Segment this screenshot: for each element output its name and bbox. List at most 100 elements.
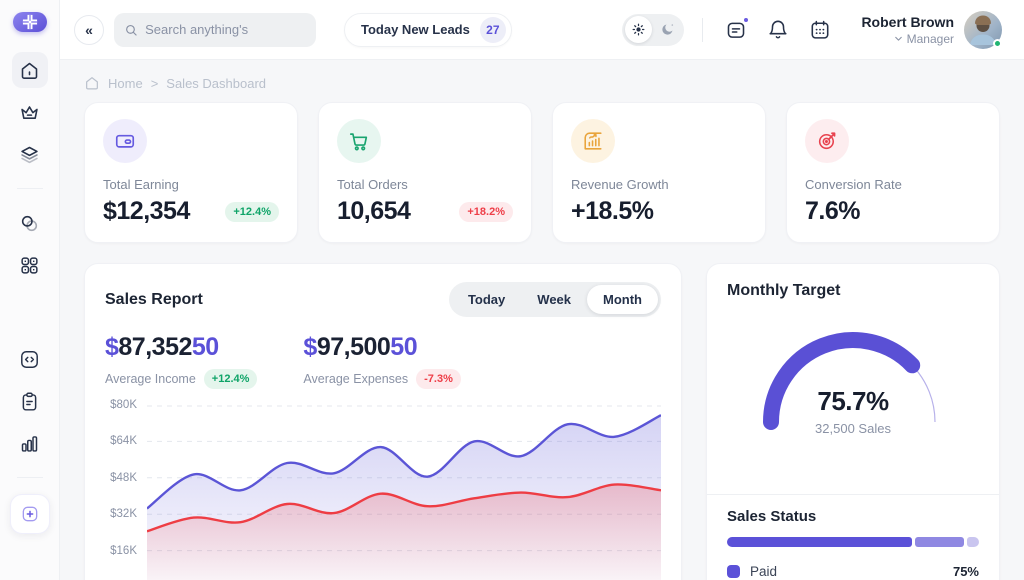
shapes-icon bbox=[19, 213, 40, 234]
today-new-leads-pill[interactable]: Today New Leads 27 bbox=[344, 13, 512, 47]
bar-chart-icon bbox=[19, 433, 40, 454]
user-profile[interactable]: Robert Brown Manager bbox=[861, 11, 1002, 49]
sidebar-item-apps[interactable] bbox=[12, 247, 48, 283]
messages-button[interactable] bbox=[721, 15, 751, 45]
sales-status-legend: Paid 75% Cancelled 20% bbox=[727, 555, 979, 580]
home-icon bbox=[19, 60, 40, 81]
chart-y-axis: $80K $64K $48K $32K $16K $0K bbox=[105, 398, 147, 580]
bell-icon bbox=[767, 19, 789, 41]
wallet-icon bbox=[103, 119, 147, 163]
chart-plot-area[interactable] bbox=[147, 405, 661, 580]
search-input[interactable] bbox=[145, 22, 306, 37]
monthly-target-panel: Monthly Target 75.7% 32,500 Sales Sales … bbox=[706, 263, 1000, 580]
sales-status-title: Sales Status bbox=[727, 508, 979, 525]
top-bar: « Today New Leads 27 Robert Brown Manage… bbox=[60, 0, 1024, 60]
sidebar-divider bbox=[17, 477, 43, 478]
dashboard-bottom-row: Sales Report Today Week Month $87,35250 … bbox=[84, 263, 1000, 580]
breadcrumb-home-icon bbox=[84, 75, 100, 91]
target-percent: 75.7% bbox=[727, 386, 979, 417]
sales-report-panel: Sales Report Today Week Month $87,35250 … bbox=[84, 263, 682, 580]
app-logo[interactable] bbox=[13, 12, 47, 32]
stat-label: Revenue Growth bbox=[571, 177, 747, 192]
chevron-down-icon bbox=[893, 33, 904, 44]
growth-chart-icon bbox=[571, 119, 615, 163]
notifications-button[interactable] bbox=[763, 15, 793, 45]
plus-icon bbox=[20, 504, 40, 524]
panel-divider bbox=[707, 494, 999, 495]
legend-row-paid: Paid 75% bbox=[727, 555, 979, 580]
sidebar-item-layers[interactable] bbox=[12, 136, 48, 172]
stat-change-badge: +18.2% bbox=[459, 202, 513, 222]
tab-week[interactable]: Week bbox=[521, 285, 587, 314]
stat-cards: Total Earning $12,354 +12.4% Total Order… bbox=[84, 102, 1000, 243]
main-content: Home > Sales Dashboard Total Earning $12… bbox=[60, 60, 1024, 580]
avatar[interactable] bbox=[964, 11, 1002, 49]
logo-cross-icon bbox=[20, 12, 40, 32]
status-bar-segment bbox=[727, 537, 912, 547]
moon-icon bbox=[660, 22, 675, 37]
breadcrumb: Home > Sales Dashboard bbox=[60, 60, 1024, 102]
sidebar-item-code[interactable] bbox=[12, 341, 48, 377]
sidebar-item-crown[interactable] bbox=[12, 94, 48, 130]
leads-count-badge: 27 bbox=[480, 17, 506, 43]
cart-icon bbox=[337, 119, 381, 163]
expenses-change-badge: -7.3% bbox=[416, 369, 461, 389]
user-role: Manager bbox=[907, 32, 954, 46]
header-divider bbox=[702, 18, 703, 42]
stat-card-total-earning: Total Earning $12,354 +12.4% bbox=[84, 102, 298, 243]
target-sales: 32,500 Sales bbox=[727, 421, 979, 436]
theme-dark-button[interactable] bbox=[654, 16, 681, 43]
average-income-value: $87,35250 bbox=[105, 333, 257, 362]
sales-report-title: Sales Report bbox=[105, 291, 203, 309]
average-expenses-value: $97,50050 bbox=[303, 333, 460, 362]
status-bar-segment bbox=[967, 537, 979, 547]
user-name: Robert Brown bbox=[861, 14, 954, 30]
target-gauge: 75.7% 32,500 Sales bbox=[727, 314, 979, 484]
sidebar-item-shapes[interactable] bbox=[12, 205, 48, 241]
sidebar-item-home[interactable] bbox=[12, 52, 48, 88]
stat-label: Total Orders bbox=[337, 177, 513, 192]
average-income-label: Average Income bbox=[105, 372, 196, 386]
sidebar-item-analytics[interactable] bbox=[12, 425, 48, 461]
stat-card-total-orders: Total Orders 10,654 +18.2% bbox=[318, 102, 532, 243]
monthly-target-title: Monthly Target bbox=[727, 282, 979, 300]
calendar-icon bbox=[809, 19, 831, 41]
sun-icon bbox=[631, 22, 646, 37]
crown-icon bbox=[19, 102, 40, 123]
theme-light-button[interactable] bbox=[625, 16, 652, 43]
breadcrumb-home[interactable]: Home bbox=[108, 76, 143, 91]
theme-toggle bbox=[622, 14, 684, 46]
apps-grid-icon bbox=[19, 255, 40, 276]
tab-today[interactable]: Today bbox=[452, 285, 521, 314]
calendar-button[interactable] bbox=[805, 15, 835, 45]
target-icon bbox=[805, 119, 849, 163]
layers-icon bbox=[19, 144, 40, 165]
sidebar bbox=[0, 0, 60, 580]
code-icon bbox=[19, 349, 40, 370]
report-range-tabs: Today Week Month bbox=[449, 282, 661, 317]
add-new-button[interactable] bbox=[10, 494, 50, 534]
sidebar-collapse-button[interactable]: « bbox=[74, 15, 104, 45]
clipboard-icon bbox=[19, 391, 40, 412]
search-icon bbox=[124, 22, 138, 38]
tab-month[interactable]: Month bbox=[587, 285, 658, 314]
stat-change-badge: +12.4% bbox=[225, 202, 279, 222]
paid-swatch bbox=[727, 565, 740, 578]
stat-label: Conversion Rate bbox=[805, 177, 981, 192]
stat-value: $12,354 bbox=[103, 197, 190, 226]
sidebar-item-clipboard[interactable] bbox=[12, 383, 48, 419]
sidebar-nav bbox=[10, 52, 50, 580]
stat-value: +18.5% bbox=[571, 197, 654, 226]
income-change-badge: +12.4% bbox=[204, 369, 258, 389]
sales-chart: $80K $64K $48K $32K $16K $0K bbox=[105, 405, 661, 580]
average-income-block: $87,35250 Average Income +12.4% bbox=[105, 333, 257, 389]
stat-label: Total Earning bbox=[103, 177, 279, 192]
breadcrumb-separator: > bbox=[151, 76, 159, 91]
breadcrumb-current: Sales Dashboard bbox=[166, 76, 266, 91]
stat-card-conversion-rate: Conversion Rate 7.6% bbox=[786, 102, 1000, 243]
stat-card-revenue-growth: Revenue Growth +18.5% bbox=[552, 102, 766, 243]
search-box[interactable] bbox=[114, 13, 316, 47]
status-bar-segment bbox=[915, 537, 964, 547]
stat-value: 10,654 bbox=[337, 197, 410, 226]
average-expenses-block: $97,50050 Average Expenses -7.3% bbox=[303, 333, 460, 389]
